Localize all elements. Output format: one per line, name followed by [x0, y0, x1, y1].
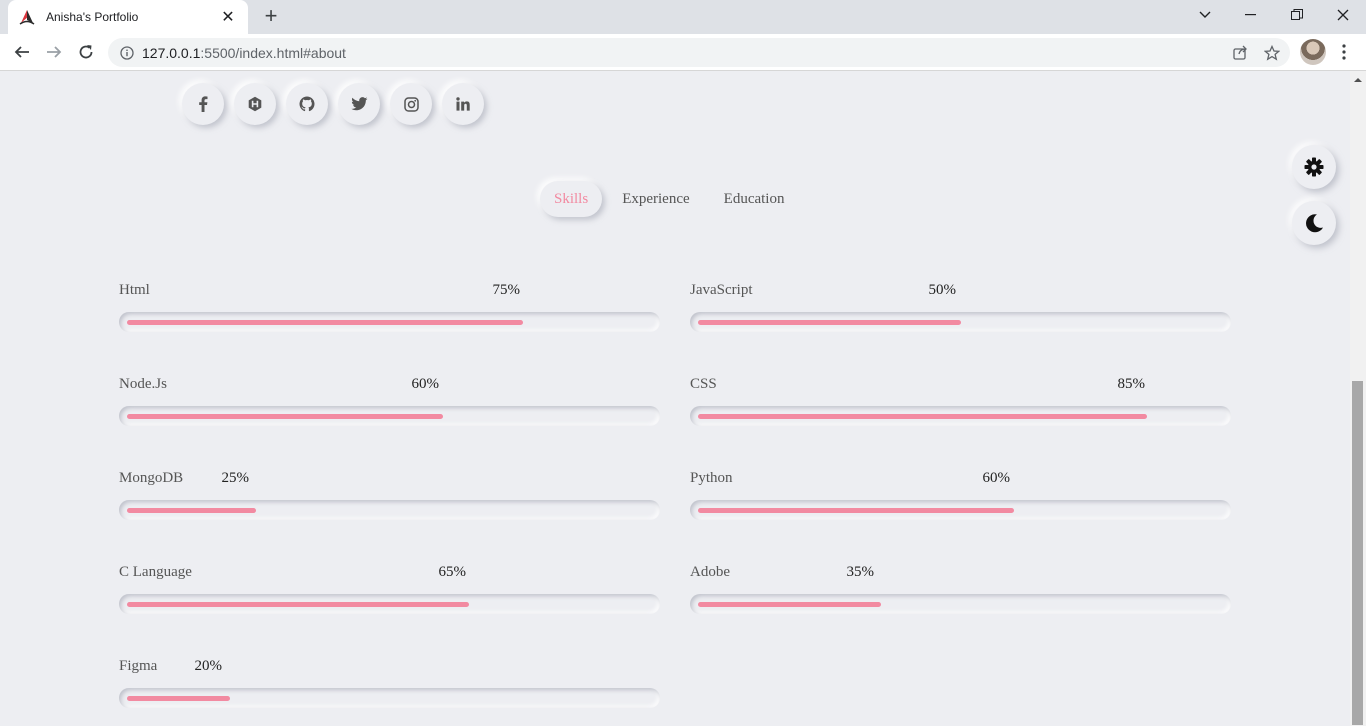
instagram-icon[interactable]	[390, 83, 432, 125]
browser-tab[interactable]: Anisha's Portfolio ✕	[8, 0, 248, 34]
skill-item: Python 60%	[690, 467, 1231, 561]
skill-item: Adobe 35%	[690, 561, 1231, 655]
skill-name: Figma	[119, 658, 158, 674]
skill-name: CSS	[690, 376, 717, 392]
skill-item: Node.Js 60%	[119, 373, 660, 467]
skill-progress-fill	[698, 508, 1014, 513]
scrollbar-thumb[interactable]	[1352, 381, 1363, 725]
tab-skills[interactable]: Skills	[540, 181, 603, 217]
skill-item: JavaScript 50%	[690, 279, 1231, 373]
skill-name: Node.Js	[119, 376, 167, 392]
skill-progress-fill	[127, 602, 469, 607]
skill-percent: 35%	[846, 564, 875, 580]
profile-avatar[interactable]	[1300, 39, 1326, 65]
skill-percent: 50%	[928, 282, 957, 298]
skill-progress-fill	[698, 602, 881, 607]
about-tabs: Skills Experience Education	[540, 181, 804, 217]
gear-icon	[1304, 157, 1324, 177]
facebook-icon[interactable]	[182, 83, 224, 125]
hashnode-icon[interactable]	[234, 83, 276, 125]
close-window-icon[interactable]	[1320, 0, 1366, 30]
skill-progress-fill	[127, 414, 443, 419]
url-path: :5500/index.html#about	[200, 44, 346, 61]
back-arrow-icon[interactable]	[8, 38, 36, 66]
tab-education[interactable]: Education	[710, 181, 799, 217]
share-icon[interactable]	[1226, 39, 1254, 67]
skill-progress-track	[690, 406, 1231, 426]
skill-item: CSS 85%	[690, 373, 1231, 467]
restore-window-icon[interactable]	[1274, 0, 1320, 30]
skill-percent: 20%	[194, 658, 223, 674]
scroll-up-arrow-icon[interactable]	[1350, 73, 1366, 87]
skill-name: MongoDB	[119, 470, 184, 486]
skill-item: MongoDB 25%	[119, 467, 660, 561]
browser-tab-strip: Anisha's Portfolio ✕ +	[0, 0, 1366, 34]
skill-percent: 60%	[411, 376, 440, 392]
bookmark-star-icon[interactable]	[1258, 39, 1286, 67]
skill-progress-track	[690, 594, 1231, 614]
browser-menu-icon[interactable]	[1334, 40, 1354, 64]
skill-percent: 60%	[982, 470, 1011, 486]
browser-toolbar: 127.0.0.1:5500/index.html#about	[0, 34, 1366, 71]
close-tab-icon[interactable]: ✕	[218, 7, 238, 27]
twitter-icon[interactable]	[338, 83, 380, 125]
skill-name: Html	[119, 282, 150, 298]
skill-progress-track	[119, 406, 660, 426]
skill-item: Html 75%	[119, 279, 660, 373]
skill-name: JavaScript	[690, 282, 753, 298]
url-host: 127.0.0.1	[142, 44, 201, 61]
skill-progress-fill	[127, 696, 230, 701]
skill-progress-track	[119, 500, 660, 520]
skill-progress-track	[690, 312, 1231, 332]
skill-item: C Language 65%	[119, 561, 660, 655]
linkedin-icon[interactable]	[442, 83, 484, 125]
browser-tab-title: Anisha's Portfolio	[46, 10, 139, 24]
skill-progress-fill	[698, 320, 961, 325]
dark-mode-button[interactable]	[1292, 201, 1336, 245]
settings-button[interactable]	[1292, 145, 1336, 189]
skill-percent: 85%	[1117, 376, 1146, 392]
address-bar[interactable]: 127.0.0.1:5500/index.html#about	[108, 38, 1290, 67]
skill-progress-track	[119, 594, 660, 614]
moon-icon	[1306, 214, 1323, 233]
github-icon[interactable]	[286, 83, 328, 125]
tab-search-icon[interactable]	[1182, 0, 1228, 30]
skill-percent: 65%	[438, 564, 467, 580]
new-tab-button[interactable]: +	[258, 4, 284, 30]
skill-percent: 75%	[492, 282, 521, 298]
skill-progress-fill	[127, 320, 523, 325]
minimize-window-icon[interactable]	[1228, 0, 1274, 30]
skill-progress-track	[119, 312, 660, 332]
portfolio-favicon-icon	[19, 10, 35, 25]
skill-progress-track	[119, 688, 660, 708]
skill-percent: 25%	[221, 470, 250, 486]
skills-list: Html 75% JavaScript 50% Node.Js 60% CSS 85% Mong…	[119, 279, 1231, 726]
skill-name: Python	[690, 470, 733, 486]
skill-progress-track	[690, 500, 1231, 520]
page-scrollbar[interactable]	[1350, 71, 1366, 726]
page-viewport: Skills Experience Education Html 75% JavaS…	[0, 71, 1350, 726]
social-links	[182, 83, 484, 125]
skill-progress-fill	[698, 414, 1147, 419]
skill-name: Adobe	[690, 564, 730, 580]
skill-progress-fill	[127, 508, 256, 513]
url-text: 127.0.0.1:5500/index.html#about	[142, 45, 1226, 61]
skill-item: Figma 20%	[119, 655, 660, 726]
skill-name: C Language	[119, 564, 192, 580]
forward-arrow-icon[interactable]	[40, 38, 68, 66]
tab-experience[interactable]: Experience	[608, 181, 703, 217]
reload-icon[interactable]	[72, 38, 100, 66]
site-info-icon[interactable]	[120, 45, 134, 60]
